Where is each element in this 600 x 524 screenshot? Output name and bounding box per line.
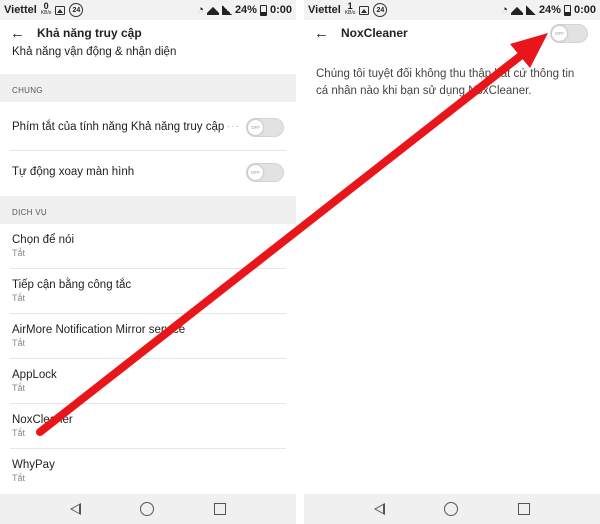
nav-home-icon[interactable] xyxy=(444,502,459,516)
divider xyxy=(10,358,286,359)
list-item-noxcleaner[interactable]: NoxCleaner Tắt xyxy=(0,414,296,438)
network-speed: 1 KB/s xyxy=(344,1,356,17)
nav-recents-icon[interactable] xyxy=(518,503,531,515)
clock: 0:00 xyxy=(573,4,596,16)
nav-home-icon[interactable] xyxy=(140,502,155,516)
toggle-knob: OFF xyxy=(552,26,567,41)
divider xyxy=(10,150,286,151)
network-speed: 0 KB/s xyxy=(40,1,52,17)
app-bar: ← Khả năng truy cập xyxy=(0,20,296,46)
signal-icon xyxy=(525,5,536,15)
clock: 0:00 xyxy=(269,4,292,16)
wifi-icon xyxy=(511,5,523,15)
section-header-general: CHUNG xyxy=(0,74,296,102)
signal-icon xyxy=(221,5,232,15)
data-saver-icon: ◔ xyxy=(501,4,508,16)
toggle-knob: OFF xyxy=(248,120,263,135)
status-bar: Viettel 1 KB/s 24 ◔ 24% 0:00 xyxy=(304,0,600,20)
divider xyxy=(10,403,286,404)
list-item-switch-access[interactable]: Tiếp cận bằng công tắc Tắt xyxy=(0,279,296,303)
navigation-bar xyxy=(0,494,296,524)
screen-divider xyxy=(296,0,304,524)
image-notification-icon xyxy=(55,5,66,15)
nav-recents-icon[interactable] xyxy=(214,503,227,515)
page-title: Khả năng truy cập xyxy=(37,26,142,40)
wifi-icon xyxy=(207,5,219,15)
battery-percent: 24% xyxy=(538,4,561,16)
battery-icon xyxy=(259,4,267,16)
list-item-motor-recognition[interactable]: Khả năng vận động & nhận diện xyxy=(0,46,296,58)
battery-percent: 24% xyxy=(234,4,257,16)
divider xyxy=(10,313,286,314)
news-24h-icon: 24 xyxy=(69,3,84,17)
auto-rotate-toggle[interactable]: OFF xyxy=(246,163,284,182)
nav-back-icon[interactable] xyxy=(373,503,385,515)
divider xyxy=(10,268,286,269)
news-24h-icon: 24 xyxy=(373,3,388,17)
more-icon[interactable]: ··· xyxy=(227,121,240,132)
list-item-applock[interactable]: AppLock Tắt xyxy=(0,369,296,393)
nav-back-icon[interactable] xyxy=(69,503,81,515)
privacy-description: Chúng tôi tuyệt đối không thu thập bất c… xyxy=(316,68,575,97)
shortcut-toggle[interactable]: OFF xyxy=(246,118,284,137)
back-arrow-icon[interactable]: ← xyxy=(10,26,25,41)
carrier-label: Viettel xyxy=(4,4,37,16)
image-notification-icon xyxy=(359,5,370,15)
list-item-airmore[interactable]: AirMore Notification Mirror service Tắt xyxy=(0,324,296,348)
back-arrow-icon[interactable]: ← xyxy=(314,26,329,41)
divider xyxy=(10,448,286,449)
accessibility-screen: Viettel 0 KB/s 24 ◔ 24% 0:00 ← Khả năng … xyxy=(0,0,296,524)
page-title: NoxCleaner xyxy=(341,26,408,40)
list-item-whypay[interactable]: WhyPay Tắt xyxy=(0,459,296,483)
navigation-bar xyxy=(304,494,600,524)
status-bar: Viettel 0 KB/s 24 ◔ 24% 0:00 xyxy=(0,0,296,20)
carrier-label: Viettel xyxy=(308,4,341,16)
list-item-select-to-speak[interactable]: Chọn để nói Tắt xyxy=(0,234,296,258)
data-saver-icon: ◔ xyxy=(197,4,204,16)
battery-icon xyxy=(563,4,571,16)
section-header-services: DỊCH VỤ xyxy=(0,196,296,224)
noxcleaner-service-toggle[interactable]: OFF xyxy=(550,24,588,43)
toggle-knob: OFF xyxy=(248,165,263,180)
noxcleaner-screen: Viettel 1 KB/s 24 ◔ 24% 0:00 ← NoxCleane… xyxy=(304,0,600,524)
